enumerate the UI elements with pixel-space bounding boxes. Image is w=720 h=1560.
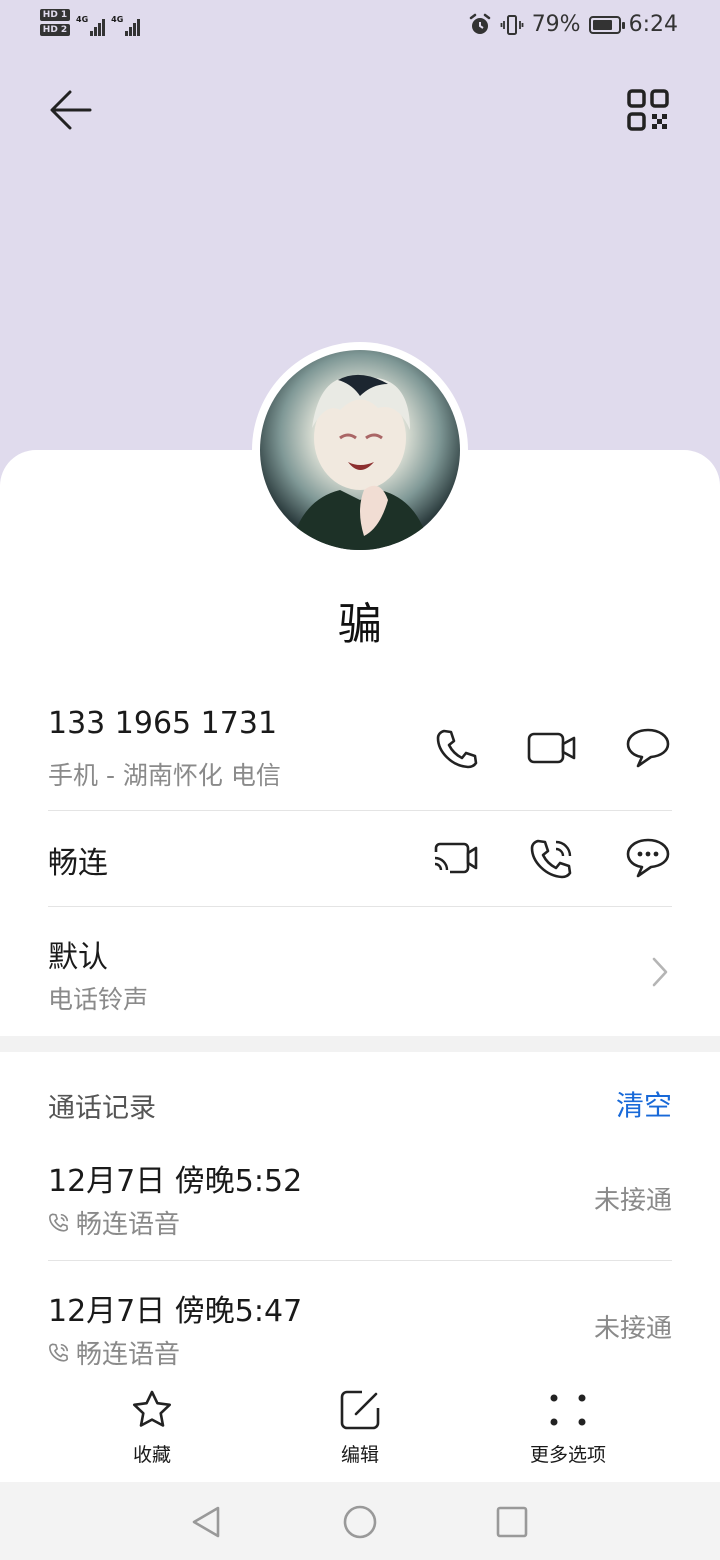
chevron-right-icon[interactable] bbox=[650, 956, 670, 988]
call-log-status: 未接通 bbox=[593, 1314, 672, 1344]
changlian-call-icon bbox=[49, 1212, 69, 1232]
call-log-type: 畅连语音 bbox=[48, 1204, 180, 1241]
avatar-image bbox=[290, 374, 430, 550]
star-icon bbox=[133, 1390, 171, 1427]
clock: 6:24 bbox=[628, 12, 678, 37]
edit-icon bbox=[340, 1390, 380, 1430]
vibrate-icon bbox=[500, 14, 524, 35]
battery-icon bbox=[588, 15, 625, 34]
call-log-time[interactable]: 12月7日 傍晚5:52 bbox=[48, 1156, 302, 1200]
call-log-title: 通话记录 bbox=[48, 1093, 156, 1124]
call-log-type-label: 畅连语音 bbox=[76, 1210, 181, 1240]
sim1-badge: HD 1 bbox=[40, 8, 70, 21]
divider bbox=[48, 1260, 672, 1261]
nav-home-icon[interactable] bbox=[342, 1504, 378, 1540]
call-log-type-label: 畅连语音 bbox=[76, 1340, 181, 1370]
ringtone-value[interactable]: 默认 bbox=[48, 932, 672, 976]
changlian-video-icon[interactable] bbox=[432, 838, 480, 878]
contact-name: 骗 bbox=[338, 599, 382, 650]
nav-back-icon[interactable] bbox=[188, 1504, 224, 1540]
section-separator bbox=[0, 1036, 720, 1052]
clear-call-log-button[interactable]: 清空 bbox=[616, 1084, 672, 1124]
call-log-time[interactable]: 12月7日 傍晚5:47 bbox=[48, 1286, 302, 1330]
edit-label: 编辑 bbox=[340, 1444, 379, 1466]
sim2-badge: HD 2 bbox=[40, 23, 70, 36]
call-log-status: 未接通 bbox=[593, 1186, 672, 1216]
status-bar: HD 1 HD 2 4G 4G 79% 6:24 bbox=[0, 0, 720, 52]
nav-recents-icon[interactable] bbox=[496, 1506, 528, 1538]
battery-percent: 79% bbox=[531, 12, 581, 37]
changlian-call-icon bbox=[49, 1342, 69, 1362]
bottom-action-bar: 收藏 编辑 更多选项 bbox=[0, 1380, 720, 1480]
call-log-type: 畅连语音 bbox=[48, 1334, 180, 1371]
video-call-icon[interactable] bbox=[526, 728, 578, 768]
message-icon[interactable] bbox=[624, 726, 672, 770]
avatar[interactable] bbox=[260, 350, 460, 550]
phone-number[interactable]: 133 1965 1731 bbox=[48, 706, 672, 741]
divider bbox=[48, 906, 672, 907]
arrow-left-icon bbox=[50, 90, 92, 130]
more-options-label: 更多选项 bbox=[529, 1444, 606, 1466]
qr-code-icon bbox=[627, 89, 669, 131]
favorite-label: 收藏 bbox=[132, 1444, 171, 1466]
phone-call-icon[interactable] bbox=[434, 726, 478, 770]
signal-icon: 4G bbox=[111, 14, 141, 36]
alarm-icon bbox=[469, 13, 490, 34]
qr-code-button[interactable] bbox=[624, 86, 672, 134]
ringtone-label: 电话铃声 bbox=[48, 985, 149, 1014]
more-dots-icon bbox=[550, 1394, 586, 1426]
signal-icon: 4G bbox=[76, 14, 106, 36]
back-button[interactable] bbox=[44, 84, 100, 136]
divider bbox=[48, 810, 672, 811]
changlian-label: 畅连 bbox=[48, 846, 108, 881]
changlian-call-icon[interactable] bbox=[528, 836, 576, 884]
changlian-message-icon[interactable] bbox=[624, 836, 672, 882]
phone-label: 手机 - 湖南怀化 电信 bbox=[48, 761, 281, 790]
navigation-bar bbox=[0, 1482, 720, 1560]
